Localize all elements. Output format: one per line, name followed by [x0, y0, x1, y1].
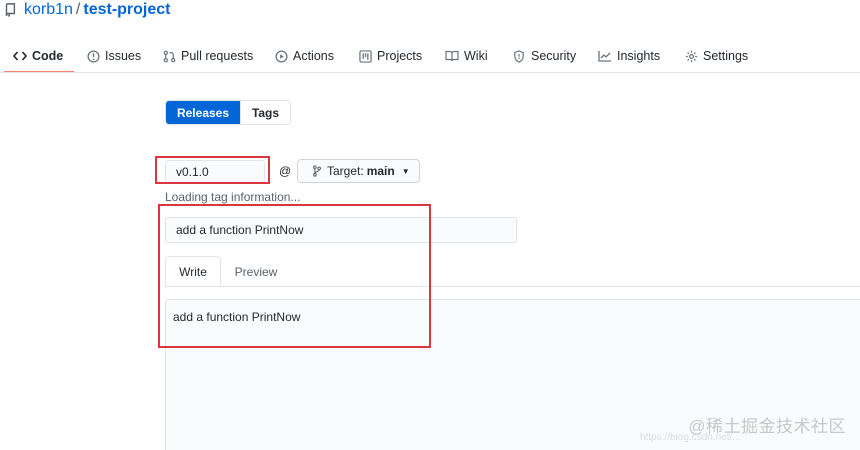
repo-separator: / — [75, 1, 81, 18]
annotation-box-details — [158, 204, 431, 348]
tab-label: Security — [531, 49, 577, 63]
gear-icon — [684, 49, 698, 63]
tab-insights[interactable]: Insights — [598, 38, 660, 74]
target-branch-button[interactable]: Target: main ▼ — [297, 159, 420, 183]
tab-code[interactable]: Code — [13, 38, 63, 74]
tab-label: Actions — [293, 49, 334, 63]
tab-label: Pull requests — [181, 49, 254, 63]
project-icon — [358, 49, 372, 63]
code-icon — [13, 49, 27, 63]
tab-pull-requests[interactable]: Pull requests — [162, 38, 253, 74]
book-icon — [445, 49, 459, 63]
loading-tag-info: Loading tag information... — [165, 190, 301, 204]
issue-opened-icon — [86, 49, 100, 63]
shield-icon — [512, 49, 526, 63]
repo-nav: Code Issues Pull requests Actions Projec… — [0, 38, 860, 74]
repo-name-link[interactable]: test-project — [83, 1, 170, 19]
tab-label: Projects — [377, 49, 423, 63]
tab-actions[interactable]: Actions — [274, 38, 334, 74]
annotation-box-tag — [155, 156, 270, 184]
tab-label: Settings — [703, 49, 749, 63]
repo-owner-link[interactable]: korb1n — [24, 1, 73, 19]
tab-wiki[interactable]: Wiki — [445, 38, 488, 74]
tab-label: Wiki — [464, 49, 488, 63]
tab-label: Insights — [617, 49, 661, 63]
git-pull-request-icon — [162, 49, 176, 63]
releases-subnav: Releases Tags — [165, 100, 291, 125]
at-label: @ — [279, 164, 292, 178]
target-branch-name: main — [366, 164, 395, 178]
play-icon — [274, 49, 288, 63]
tab-settings[interactable]: Settings — [684, 38, 748, 74]
target-label: Target: — [327, 164, 364, 178]
caret-down-icon: ▼ — [401, 166, 410, 176]
releases-tab[interactable]: Releases — [166, 101, 240, 124]
nav-divider — [0, 72, 860, 73]
repo-icon — [4, 3, 16, 17]
tab-security[interactable]: Security — [512, 38, 576, 74]
tab-label: Issues — [105, 49, 142, 63]
git-branch-icon — [312, 165, 322, 177]
tags-tab[interactable]: Tags — [240, 101, 290, 124]
tab-issues[interactable]: Issues — [86, 38, 141, 74]
watermark: @稀土掘金技术社区 — [688, 417, 846, 436]
tab-label: Code — [32, 49, 64, 63]
graph-icon — [598, 49, 612, 63]
repo-header: korb1n / test-project — [4, 0, 171, 20]
tab-projects[interactable]: Projects — [358, 38, 422, 74]
